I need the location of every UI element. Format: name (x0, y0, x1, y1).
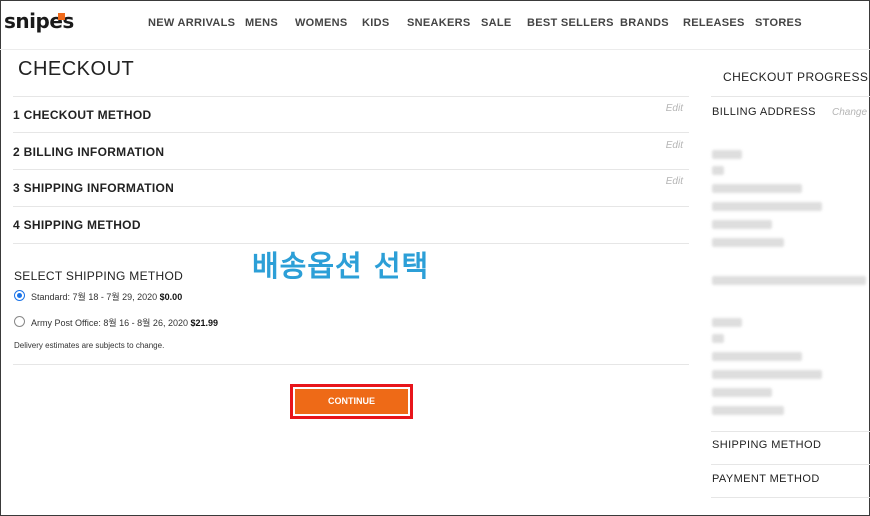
option-text: Standard: 7월 18 - 7월 29, 2020 $0.00 (31, 290, 182, 303)
nav-item-mens[interactable]: MENS (245, 17, 278, 29)
site-header: snipes NEW ARRIVALS MENS WOMENS KIDS SNE… (0, 0, 870, 50)
divider (711, 497, 870, 498)
step-edit-link[interactable]: Edit (666, 140, 683, 151)
nav-item-brands[interactable]: BRANDS (620, 17, 669, 29)
nav-item-kids[interactable]: KIDS (362, 17, 389, 29)
nav-item-sale[interactable]: SALE (481, 17, 512, 29)
option-price: $21.99 (190, 318, 219, 328)
step-label: 2 BILLING INFORMATION (13, 145, 165, 159)
delivery-note: Delivery estimates are subjects to chang… (14, 341, 165, 350)
step-label: 3 SHIPPING INFORMATION (13, 181, 175, 195)
divider (711, 431, 870, 432)
page-title: CHECKOUT (18, 58, 135, 80)
payment-method-label: PAYMENT METHOD (712, 473, 820, 485)
nav-item-womens[interactable]: WOMENS (295, 17, 348, 29)
continue-button[interactable]: CONTINUE (295, 389, 408, 414)
step-label: 1 CHECKOUT METHOD (13, 108, 152, 122)
shipping-method-heading: SELECT SHIPPING METHOD (14, 269, 184, 283)
divider (13, 364, 689, 365)
option-label: Standard: 7월 18 - 7월 29, 2020 (31, 292, 158, 302)
option-price: $0.00 (159, 292, 183, 302)
step-label: 4 SHIPPING METHOD (13, 218, 141, 232)
step-shipping-information[interactable]: 3 SHIPPING INFORMATION Edit (13, 169, 689, 206)
checkout-progress-title: CHECKOUT PROGRESS (723, 70, 869, 84)
radio-button[interactable] (14, 290, 25, 301)
divider (711, 464, 870, 465)
option-label: Army Post Office: 8월 16 - 8월 26, 2020 (31, 318, 188, 328)
option-text: Army Post Office: 8월 16 - 8월 26, 2020 $2… (31, 316, 218, 329)
shipping-method-label: SHIPPING METHOD (712, 439, 822, 451)
nav-item-best-sellers[interactable]: BEST SELLERS (527, 17, 614, 29)
nav-item-releases[interactable]: RELEASES (683, 17, 745, 29)
divider (711, 96, 870, 97)
step-checkout-method[interactable]: 1 CHECKOUT METHOD Edit (13, 96, 689, 133)
logo-square-icon (58, 13, 65, 20)
billing-address-label: BILLING ADDRESS (712, 106, 816, 118)
step-billing-information[interactable]: 2 BILLING INFORMATION Edit (13, 133, 689, 170)
nav-item-sneakers[interactable]: SNEAKERS (407, 17, 471, 29)
radio-button[interactable] (14, 316, 25, 327)
annotation-text: 배송옵션 선택 (252, 249, 430, 283)
billing-change-link[interactable]: Change (832, 107, 867, 118)
nav-item-new-arrivals[interactable]: NEW ARRIVALS (148, 17, 235, 29)
nav-item-stores[interactable]: STORES (755, 17, 802, 29)
step-edit-link[interactable]: Edit (666, 103, 683, 114)
step-edit-link[interactable]: Edit (666, 176, 683, 187)
step-shipping-method: 4 SHIPPING METHOD (13, 206, 689, 243)
